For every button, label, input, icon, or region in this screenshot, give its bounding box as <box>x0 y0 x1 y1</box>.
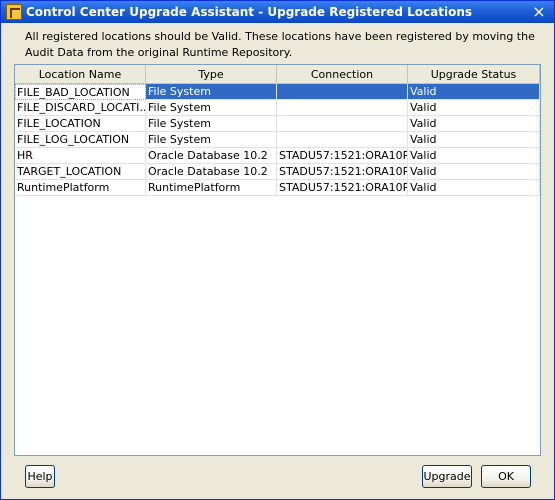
close-icon[interactable]: × <box>530 3 548 20</box>
column-header-connection[interactable]: Connection <box>277 65 408 84</box>
cell-type: RuntimePlatform <box>146 180 277 196</box>
app-icon <box>6 4 22 20</box>
table-row[interactable]: FILE_BAD_LOCATION File System Valid <box>15 84 540 100</box>
locations-table[interactable]: Location Name Type Connection Upgrade St… <box>14 64 541 456</box>
table-row[interactable]: TARGET_LOCATION Oracle Database 10.2 STADU… <box>15 164 540 180</box>
cell-type: File System <box>146 116 277 132</box>
cell-upgrade-status: Valid <box>408 164 540 180</box>
window-title: Control Center Upgrade Assistant - Upgra… <box>26 5 473 19</box>
cell-connection <box>277 100 408 116</box>
table-body: FILE_BAD_LOCATION File System Valid FILE_DI… <box>15 84 540 196</box>
help-button[interactable]: Help <box>25 465 55 488</box>
table-row[interactable]: FILE_LOG_LOCATION File System Valid <box>15 132 540 148</box>
title-bar[interactable]: Control Center Upgrade Assistant - Upgra… <box>1 1 554 23</box>
column-header-type[interactable]: Type <box>146 65 277 84</box>
cell-location-name: HR <box>15 148 146 164</box>
cell-upgrade-status: Valid <box>408 100 540 116</box>
ok-button[interactable]: OK <box>481 465 531 488</box>
upgrade-button[interactable]: Upgrade <box>422 465 472 488</box>
cell-upgrade-status: Valid <box>408 84 540 100</box>
description-text: All registered locations should be Valid… <box>25 30 535 59</box>
cell-upgrade-status: Valid <box>408 116 540 132</box>
cell-location-name: TARGET_LOCATION <box>15 164 146 180</box>
column-header-upgrade-status[interactable]: Upgrade Status <box>408 65 540 84</box>
cell-connection <box>277 84 408 100</box>
cell-location-name: RuntimePlatform <box>15 180 146 196</box>
cell-type: File System <box>146 84 277 100</box>
cell-connection <box>277 116 408 132</box>
cell-connection <box>277 132 408 148</box>
cell-type: Oracle Database 10.2 <box>146 164 277 180</box>
dialog-window: Control Center Upgrade Assistant - Upgra… <box>0 0 555 500</box>
cell-type: File System <box>146 100 277 116</box>
cell-type: Oracle Database 10.2 <box>146 148 277 164</box>
cell-connection: STADU57:1521:ORA10R2 <box>277 164 408 180</box>
table-row[interactable]: FILE_LOCATION File System Valid <box>15 116 540 132</box>
cell-upgrade-status: Valid <box>408 180 540 196</box>
table-header: Location Name Type Connection Upgrade St… <box>15 65 540 84</box>
cell-connection: STADU57:1521:ORA10R2 <box>277 148 408 164</box>
cell-location-name: FILE_LOCATION <box>15 116 146 132</box>
table-row[interactable]: FILE_DISCARD_LOCATI... File System Valid <box>15 100 540 116</box>
cell-upgrade-status: Valid <box>408 132 540 148</box>
cell-location-name: FILE_BAD_LOCATION <box>15 84 146 100</box>
cell-upgrade-status: Valid <box>408 148 540 164</box>
cell-location-name: FILE_LOG_LOCATION <box>15 132 146 148</box>
cell-type: File System <box>146 132 277 148</box>
column-header-location-name[interactable]: Location Name <box>15 65 146 84</box>
cell-location-name: FILE_DISCARD_LOCATI... <box>15 100 146 116</box>
table-row[interactable]: HR Oracle Database 10.2 STADU57:1521:ORA10… <box>15 148 540 164</box>
cell-connection: STADU57:1521:ORA10R2 <box>277 180 408 196</box>
table-row[interactable]: RuntimePlatform RuntimePlatform STADU57:15… <box>15 180 540 196</box>
